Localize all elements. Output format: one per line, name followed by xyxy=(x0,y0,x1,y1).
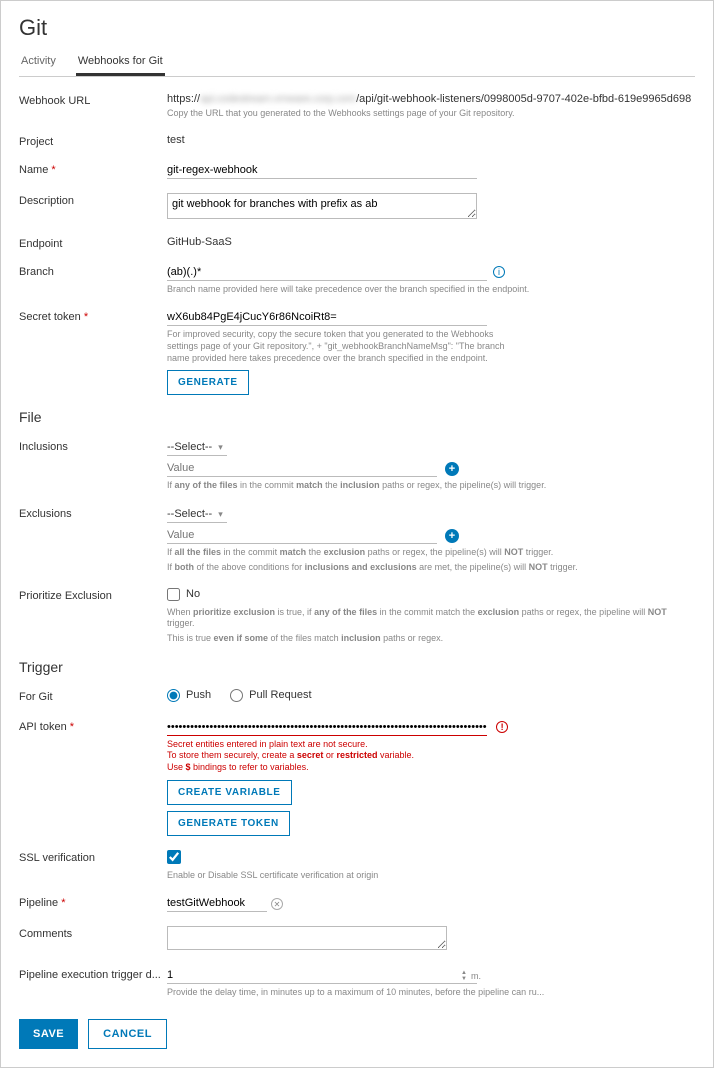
pipeline-input[interactable] xyxy=(167,895,267,912)
secret-token-label: Secret token * xyxy=(19,309,167,323)
api-token-warning: Secret entities entered in plain text ar… xyxy=(167,739,695,774)
add-exclusion-icon[interactable]: + xyxy=(445,529,459,543)
endpoint-label: Endpoint xyxy=(19,236,167,250)
tab-bar: Activity Webhooks for Git xyxy=(19,49,695,77)
pull-request-radio[interactable]: Pull Request xyxy=(230,689,311,702)
ssl-hint: Enable or Disable SSL certificate verifi… xyxy=(167,870,695,882)
secret-token-input[interactable] xyxy=(167,309,487,326)
add-inclusion-icon[interactable]: + xyxy=(445,462,459,476)
exclusions-value-input[interactable] xyxy=(167,527,437,544)
endpoint-value: GitHub-SaaS xyxy=(167,236,232,248)
generate-secret-button[interactable]: GENERATE xyxy=(167,370,249,395)
exclusions-select[interactable]: --Select--▾ xyxy=(167,506,227,523)
pipeline-delay-input[interactable] xyxy=(167,967,477,984)
delay-suffix: m. xyxy=(471,971,481,981)
tab-activity[interactable]: Activity xyxy=(19,49,58,76)
generate-token-button[interactable]: GENERATE TOKEN xyxy=(167,811,290,836)
delay-hint: Provide the delay time, in minutes up to… xyxy=(167,987,695,999)
comments-label: Comments xyxy=(19,926,167,940)
for-git-label: For Git xyxy=(19,689,167,703)
create-variable-button[interactable]: CREATE VARIABLE xyxy=(167,780,292,805)
exclusions-hint1: If all the files in the commit match the… xyxy=(167,547,695,559)
info-icon[interactable]: i xyxy=(493,266,505,278)
inclusions-value-input[interactable] xyxy=(167,460,437,477)
prioritize-exclusion-label: Prioritize Exclusion xyxy=(19,588,167,602)
inclusions-label: Inclusions xyxy=(19,439,167,453)
branch-label: Branch xyxy=(19,264,167,278)
project-value: test xyxy=(167,134,185,146)
api-token-input[interactable] xyxy=(167,719,487,736)
branch-input[interactable] xyxy=(167,264,487,281)
push-radio[interactable]: Push xyxy=(167,689,211,702)
chevron-down-icon: ▾ xyxy=(218,509,223,520)
prioritize-hint1: When prioritize exclusion is true, if an… xyxy=(167,607,695,630)
secret-token-hint: For improved security, copy the secure t… xyxy=(167,329,507,364)
exclusions-hint2: If both of the above conditions for incl… xyxy=(167,562,695,574)
pipeline-delay-label: Pipeline execution trigger d... xyxy=(19,967,167,981)
trigger-section-title: Trigger xyxy=(19,659,695,675)
prioritize-exclusion-checkbox[interactable]: No xyxy=(167,588,200,601)
inclusions-hint: If any of the files in the commit match … xyxy=(167,480,695,492)
branch-hint: Branch name provided here will take prec… xyxy=(167,284,695,296)
chevron-down-icon: ▾ xyxy=(218,442,223,453)
api-token-label: API token * xyxy=(19,719,167,733)
tab-webhooks[interactable]: Webhooks for Git xyxy=(76,49,165,76)
name-label: Name * xyxy=(19,162,167,176)
pipeline-label: Pipeline * xyxy=(19,895,167,909)
inclusions-select[interactable]: --Select--▾ xyxy=(167,439,227,456)
warning-icon: ! xyxy=(496,721,508,733)
ssl-verification-label: SSL verification xyxy=(19,850,167,864)
webhook-url-value: https://api.codestream.vmware.corp.com/a… xyxy=(167,93,695,105)
page-title: Git xyxy=(19,15,695,41)
description-label: Description xyxy=(19,193,167,207)
prioritize-hint2: This is true even if some of the files m… xyxy=(167,633,695,645)
comments-textarea[interactable] xyxy=(167,926,447,950)
name-input[interactable] xyxy=(167,162,477,179)
save-button[interactable]: SAVE xyxy=(19,1019,78,1049)
clear-icon[interactable]: ✕ xyxy=(271,898,283,910)
webhook-url-hint: Copy the URL that you generated to the W… xyxy=(167,108,695,120)
exclusions-label: Exclusions xyxy=(19,506,167,520)
ssl-verification-checkbox[interactable] xyxy=(167,850,181,864)
project-label: Project xyxy=(19,134,167,148)
number-spinner[interactable]: ▲▼ xyxy=(461,970,467,982)
cancel-button[interactable]: CANCEL xyxy=(88,1019,167,1049)
webhook-url-label: Webhook URL xyxy=(19,93,167,107)
description-textarea[interactable]: git webhook for branches with prefix as … xyxy=(167,193,477,219)
file-section-title: File xyxy=(19,409,695,425)
